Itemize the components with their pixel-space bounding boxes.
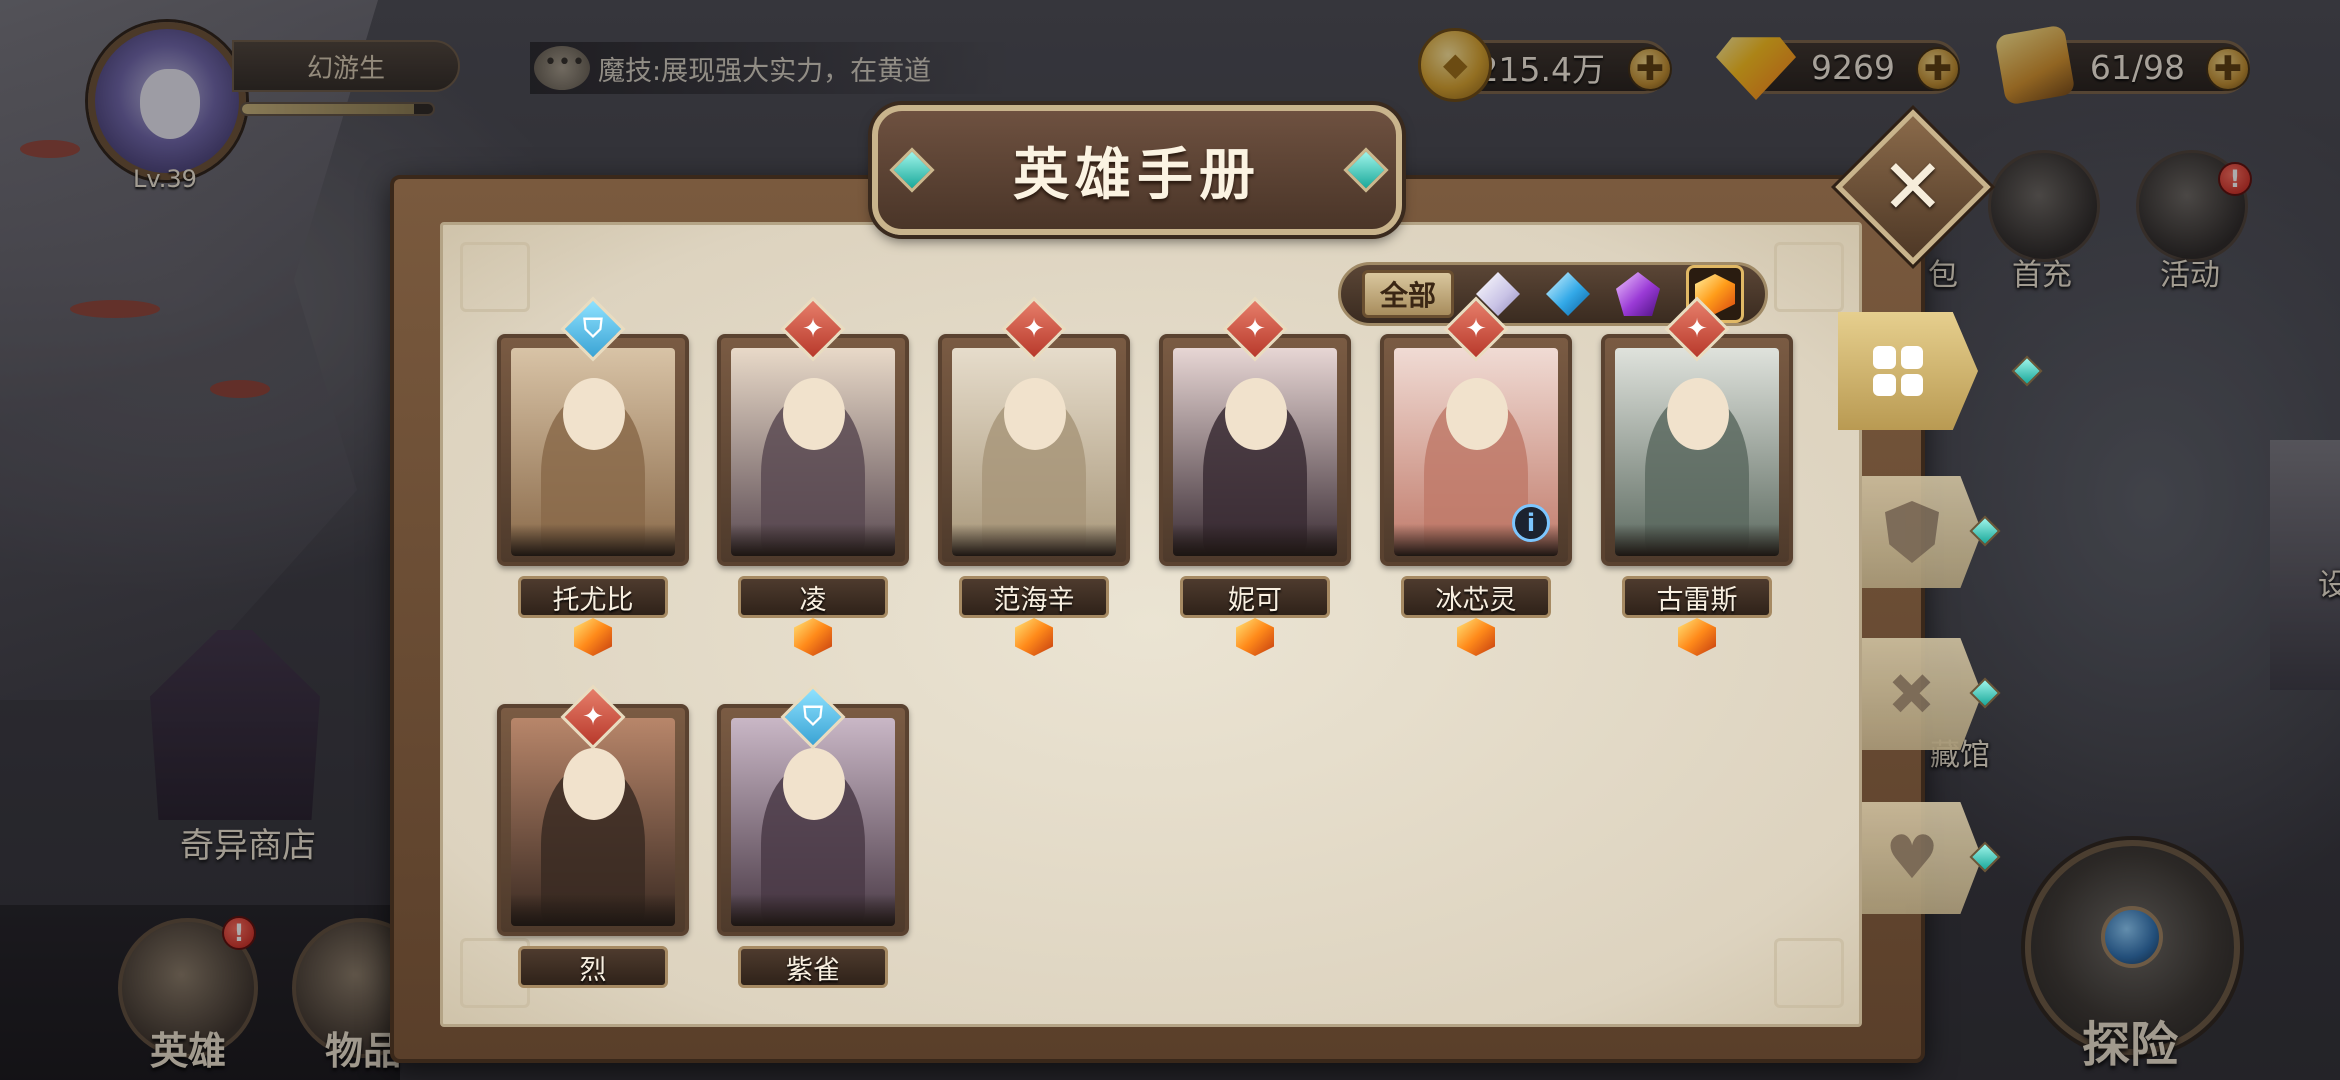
- hero-portrait: [1173, 348, 1337, 556]
- portrait-shadow: [511, 524, 675, 556]
- heart-icon: ♥: [1885, 823, 1939, 893]
- category-tab[interactable]: [1838, 312, 1978, 430]
- hero-head: [563, 748, 625, 820]
- shield-icon: ⛉: [583, 313, 603, 344]
- hero-head: [1225, 378, 1287, 450]
- decorative-corner: [460, 242, 530, 312]
- portrait-shadow: [952, 524, 1116, 556]
- filter-all-label: 全部: [1379, 279, 1436, 312]
- hero-name: 烈: [518, 946, 668, 988]
- category-tab[interactable]: ♥: [1862, 802, 1982, 914]
- hero-name: 妮可: [1180, 576, 1330, 618]
- close-icon: ✕: [1881, 142, 1945, 231]
- modal-title: 英雄手册: [1013, 142, 1261, 208]
- info-icon[interactable]: i: [1512, 504, 1550, 542]
- hero-name: 凌: [738, 576, 888, 618]
- portrait-shadow: [511, 894, 675, 926]
- hero-card[interactable]: [497, 334, 689, 566]
- portrait-shadow: [731, 894, 895, 926]
- portrait-shadow: [1615, 524, 1779, 556]
- hero-head: [783, 378, 845, 450]
- sword-icon: ✦: [1023, 314, 1045, 344]
- hero-portrait: [511, 348, 675, 556]
- sword-icon: ✦: [1244, 314, 1266, 344]
- decorative-corner: [1774, 938, 1844, 1008]
- modal-title-plate: 英雄手册: [872, 105, 1402, 235]
- hero-head: [1667, 378, 1729, 450]
- hero-card[interactable]: [938, 334, 1130, 566]
- hero-card[interactable]: [1601, 334, 1793, 566]
- sword-icon: ✦: [582, 702, 604, 732]
- hero-card[interactable]: [1159, 334, 1351, 566]
- sword-icon: ✦: [1686, 314, 1708, 344]
- hero-name: 范海辛: [959, 576, 1109, 618]
- hero-portrait: [731, 348, 895, 556]
- sword-icon: ✦: [802, 314, 824, 344]
- hero-portrait: [1615, 348, 1779, 556]
- shield-icon: [1885, 501, 1939, 563]
- hero-head: [1004, 378, 1066, 450]
- hero-head: [563, 378, 625, 450]
- shield-icon: ⛉: [803, 701, 823, 732]
- category-tab[interactable]: ✚: [1862, 638, 1982, 750]
- decorative-corner: [1774, 242, 1844, 312]
- sword-icon: ✚: [1870, 652, 1954, 736]
- portrait-shadow: [1173, 524, 1337, 556]
- hero-name: 冰芯灵: [1401, 576, 1551, 618]
- hero-card[interactable]: [717, 334, 909, 566]
- hero-name: 紫雀: [738, 946, 888, 988]
- category-tab[interactable]: [1862, 476, 1982, 588]
- hero-name: 古雷斯: [1622, 576, 1772, 618]
- filter-all-button[interactable]: 全部: [1362, 270, 1454, 318]
- hero-head: [783, 748, 845, 820]
- hero-portrait: [952, 348, 1116, 556]
- grid-icon: [1873, 346, 1923, 396]
- hero-head: [1446, 378, 1508, 450]
- portrait-shadow: [731, 524, 895, 556]
- hero-name: 托尤比: [518, 576, 668, 618]
- sword-icon: ✦: [1465, 314, 1487, 344]
